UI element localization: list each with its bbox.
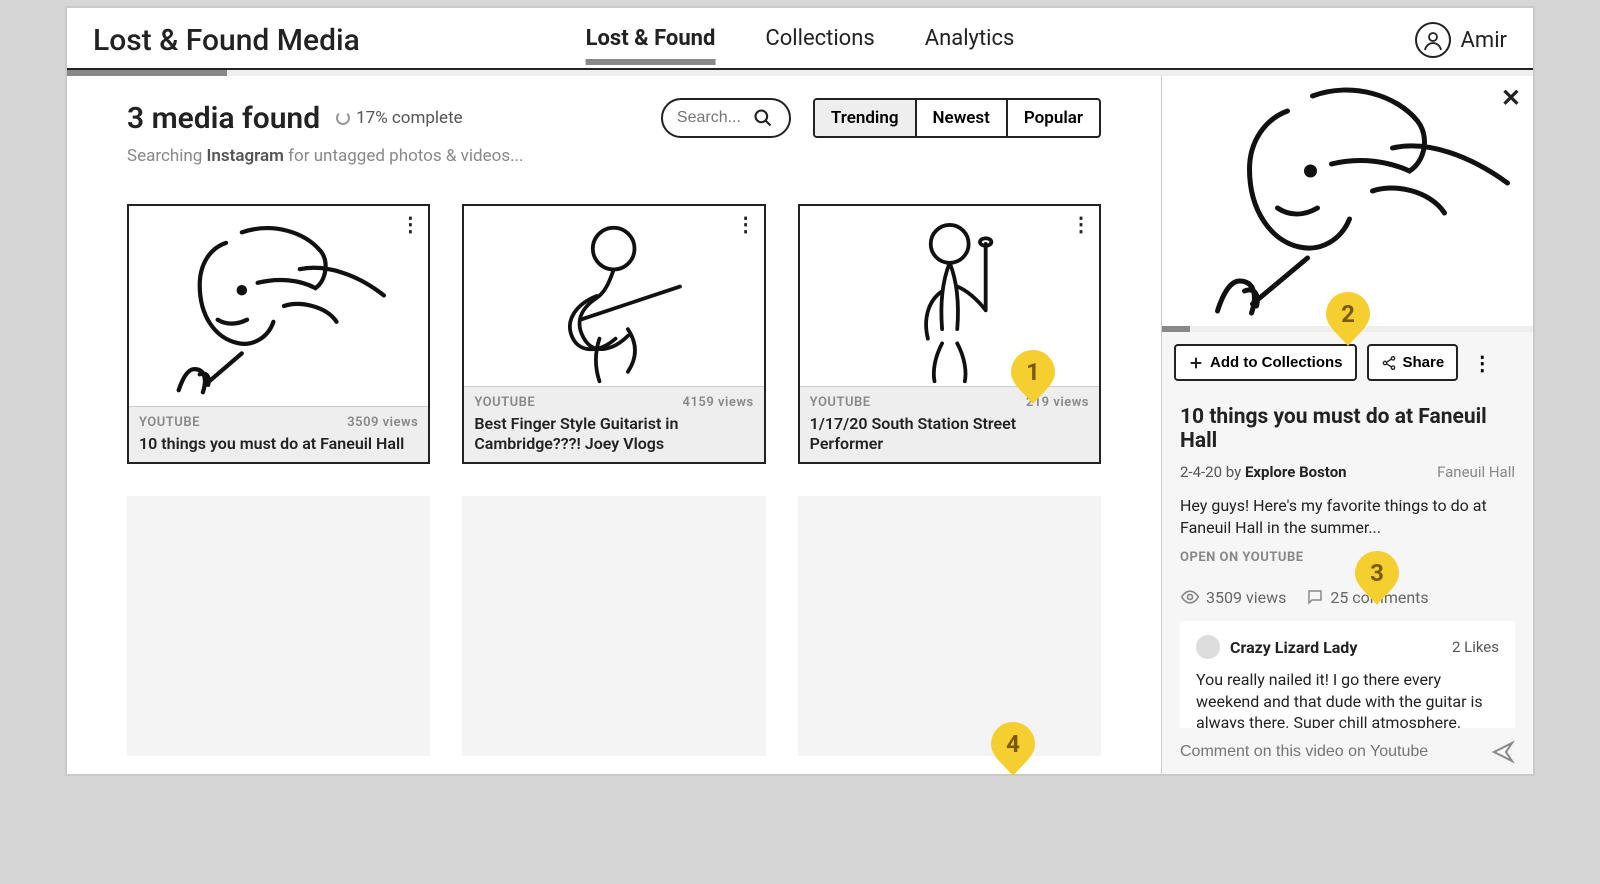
media-title: Best Finger Style Guitarist in Cambridge… (474, 414, 753, 454)
detail-panel: ✕ (1161, 76, 1533, 774)
comment-text: You really nailed it! I go there every w… (1196, 669, 1499, 728)
app-logo: Lost & Found Media (93, 23, 360, 58)
sketch-performer (800, 206, 1099, 386)
media-placeholder (798, 496, 1101, 756)
tab-lost-found[interactable]: Lost & Found (586, 26, 716, 65)
progress-label: 17% complete (336, 108, 463, 128)
search-icon (753, 108, 773, 128)
media-thumb: ⋮ (800, 206, 1099, 386)
page-title: 3 media found (127, 101, 320, 136)
media-card[interactable]: ⋮ (127, 204, 430, 464)
comment-user: Crazy Lizard Lady (1196, 635, 1357, 659)
tab-analytics[interactable]: Analytics (925, 26, 1015, 55)
comments-stat: 25 comments (1306, 588, 1428, 607)
search-field[interactable] (661, 98, 791, 138)
media-views: 4159 views (683, 395, 754, 410)
filter-trending[interactable]: Trending (815, 100, 917, 136)
avatar-icon (1415, 22, 1451, 58)
card-more-icon[interactable]: ⋮ (736, 212, 756, 236)
media-grid: ⋮ (127, 204, 1101, 756)
media-title: 10 things you must do at Faneuil Hall (139, 434, 418, 454)
comment-icon (1306, 588, 1324, 606)
filter-popular[interactable]: Popular (1008, 100, 1099, 136)
detail-byline: 2-4-20 by Explore Boston (1180, 463, 1347, 481)
more-icon[interactable]: ⋮ (1468, 351, 1496, 375)
tab-collections[interactable]: Collections (765, 26, 874, 55)
header: Lost & Found Media Lost & Found Collecti… (67, 8, 1533, 70)
add-to-collections-button[interactable]: Add to Collections (1174, 344, 1357, 381)
media-thumb: ⋮ (129, 206, 428, 406)
open-external-link[interactable]: OPEN ON YOUTUBE (1180, 550, 1515, 565)
close-icon[interactable]: ✕ (1501, 84, 1521, 112)
detail-hero (1162, 76, 1533, 326)
sketch-singer (129, 206, 428, 406)
comment-avatar (1196, 635, 1220, 659)
comment-likes: 2 Likes (1452, 638, 1499, 656)
media-views: 3509 views (347, 415, 418, 430)
detail-description: Hey guys! Here's my favorite things to d… (1180, 495, 1515, 538)
spinner-icon (336, 111, 350, 125)
plus-icon (1188, 355, 1204, 371)
media-card[interactable]: ⋮ (798, 204, 1101, 464)
media-source: YOUTUBE (810, 395, 871, 410)
send-icon[interactable] (1491, 740, 1515, 764)
card-more-icon[interactable]: ⋮ (400, 212, 420, 236)
detail-title: 10 things you must do at Faneuil Hall (1180, 405, 1515, 453)
detail-location: Faneuil Hall (1437, 463, 1515, 481)
nav-tabs: Lost & Found Collections Analytics (586, 26, 1015, 55)
media-source: YOUTUBE (139, 415, 200, 430)
media-placeholder (127, 496, 430, 756)
share-icon (1381, 355, 1397, 371)
media-title: 1/17/20 South Station Street Performer (810, 414, 1089, 454)
user-name: Amir (1461, 28, 1507, 53)
share-button[interactable]: Share (1367, 344, 1459, 381)
filter-newest[interactable]: Newest (917, 100, 1008, 136)
progress-fill (67, 70, 227, 76)
media-card[interactable]: ⋮ YOUTUBE (462, 204, 765, 464)
media-placeholder (462, 496, 765, 756)
views-stat: 3509 views (1180, 587, 1286, 607)
comment-input[interactable] (1180, 743, 1481, 761)
media-views: 219 views (1026, 395, 1089, 410)
comment-card: Crazy Lizard Lady 2 Likes You really nai… (1180, 621, 1515, 728)
sketch-singer-large (1162, 76, 1533, 326)
search-input[interactable] (677, 109, 747, 127)
search-status: Searching Instagram for untagged photos … (127, 146, 1101, 166)
eye-icon (1180, 587, 1200, 607)
user-menu[interactable]: Amir (1415, 22, 1507, 58)
sketch-guitarist (464, 206, 763, 386)
filter-group: Trending Newest Popular (813, 98, 1101, 138)
card-more-icon[interactable]: ⋮ (1071, 212, 1091, 236)
main-area: 3 media found 17% complete Trending Newe… (67, 76, 1161, 774)
comment-input-row (1162, 728, 1533, 774)
media-source: YOUTUBE (474, 395, 535, 410)
media-thumb: ⋮ (464, 206, 763, 386)
